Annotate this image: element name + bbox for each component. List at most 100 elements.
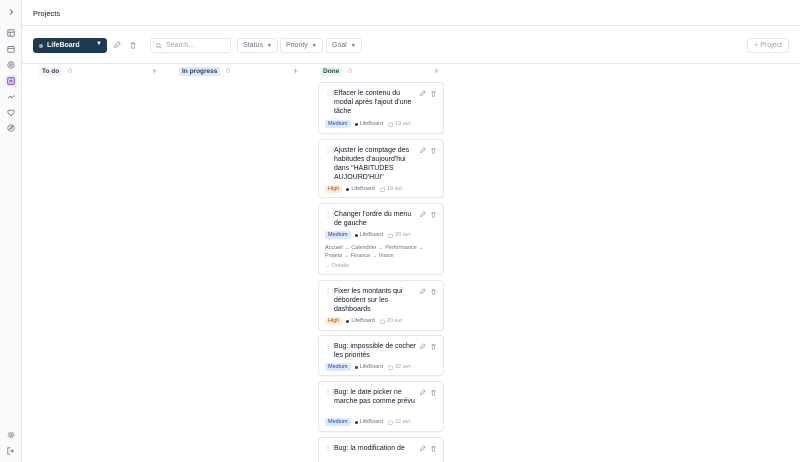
- search-icon: [156, 42, 162, 49]
- task-project: LifeBoard: [359, 419, 384, 425]
- task-date: 22 avr.: [388, 364, 412, 370]
- edit-icon[interactable]: [419, 288, 427, 296]
- new-project-button[interactable]: + Project: [747, 38, 789, 53]
- task-card[interactable]: ⋮⋮ Effacer le contenu du modal après l'a…: [318, 82, 444, 134]
- task-project: LifeBoard: [351, 186, 375, 192]
- task-date-label: 20 avr.: [395, 232, 412, 238]
- logout-icon[interactable]: [5, 445, 17, 457]
- edit-icon[interactable]: [419, 389, 427, 397]
- chevron-down-icon: ▼: [96, 41, 102, 47]
- column-count: 0: [68, 68, 72, 75]
- task-title: Bug: impossible de cocher les priorités: [334, 343, 417, 359]
- edit-icon[interactable]: [419, 211, 427, 219]
- task-meta: Medium LifeBoard 19 avr.: [325, 120, 412, 128]
- task-date-label: 19 avr.: [395, 121, 412, 127]
- task-date: 22 avr.: [388, 419, 412, 425]
- task-date: 20 avr.: [380, 318, 404, 324]
- task-card[interactable]: ⋮⋮ Ajuster le comptage des habitudes d'a…: [318, 139, 444, 198]
- heart-icon[interactable]: [5, 107, 17, 119]
- task-card[interactable]: ⋮⋮ Bug: impossible de cocher les priorit…: [318, 335, 444, 376]
- project-dot-icon: [354, 122, 358, 126]
- priority-badge: Medium: [325, 363, 351, 371]
- trash-icon[interactable]: [430, 288, 438, 296]
- task-title: Ajuster le comptage des habitudes d'aujo…: [334, 147, 410, 181]
- task-card[interactable]: ⋮⋮ Fixer les montants qui débordent sur …: [318, 280, 444, 331]
- task-title: Bug: la modification de: [334, 445, 405, 452]
- task-date: 19 avr.: [380, 186, 403, 192]
- task-card[interactable]: ⋮⋮ Bug: le date picker ne marche pas com…: [318, 381, 444, 432]
- task-date-label: 20 avr.: [386, 318, 404, 324]
- task-card[interactable]: ⋮⋮ Changer l'ordre du menu de gauche Med…: [318, 203, 444, 275]
- task-meta: High LifeBoard 20 avr.: [325, 317, 403, 325]
- edit-icon[interactable]: [419, 147, 427, 155]
- priority-badge: Medium: [325, 231, 351, 239]
- trash-icon[interactable]: [430, 389, 438, 397]
- add-task-done-button[interactable]: +: [434, 66, 439, 76]
- task-meta: High LifeBoard 19 avr.: [325, 185, 403, 193]
- dashboard-icon[interactable]: [5, 27, 17, 39]
- chevron-down-icon: ▼: [311, 42, 317, 49]
- status-filter[interactable]: Status ▼: [237, 38, 278, 53]
- target-icon[interactable]: [5, 59, 17, 71]
- project-dot-icon: [346, 187, 350, 191]
- projects-icon[interactable]: [5, 75, 17, 87]
- project-dot-icon: [354, 420, 358, 424]
- task-title: Effacer le contenu du modal après l'ajou…: [334, 90, 412, 115]
- task-date: 20 avr.: [388, 232, 412, 238]
- calendar-icon: [388, 420, 393, 425]
- task-project: LifeBoard: [359, 364, 384, 370]
- calendar-icon[interactable]: [5, 43, 17, 55]
- edit-icon[interactable]: [419, 90, 427, 98]
- delete-project-icon[interactable]: [128, 40, 138, 50]
- goal-filter[interactable]: Goal ▼: [326, 38, 362, 53]
- column-header-done: Done 0: [320, 67, 352, 76]
- column-count: 0: [226, 68, 231, 75]
- sidebar: [0, 0, 22, 462]
- project-select-label: LifeBoard: [47, 42, 80, 49]
- trending-icon[interactable]: [5, 91, 17, 103]
- edit-icon[interactable]: [419, 445, 427, 453]
- project-dot-icon: [39, 43, 43, 48]
- trash-icon[interactable]: [430, 90, 438, 98]
- task-meta: Medium LifeBoard 20 avr.: [325, 231, 412, 239]
- priority-badge: High: [325, 317, 343, 325]
- priority-badge: Medium: [325, 120, 351, 128]
- project-select[interactable]: LifeBoard ▼: [33, 38, 107, 53]
- add-task-todo-button[interactable]: +: [152, 66, 157, 76]
- page-header: Projects: [22, 0, 800, 26]
- chevron-right-icon[interactable]: [5, 6, 17, 18]
- trash-icon[interactable]: [430, 211, 438, 219]
- calendar-icon: [388, 365, 393, 370]
- column-header-todo: To do 0: [39, 67, 72, 76]
- task-title: Bug: le date picker ne marche pas comme …: [334, 389, 415, 405]
- search-input[interactable]: [166, 42, 226, 49]
- column-label: In progress: [179, 67, 221, 76]
- settings-icon[interactable]: [5, 429, 17, 441]
- add-task-in-progress-button[interactable]: +: [293, 66, 298, 76]
- details-link[interactable]: → Details: [325, 263, 349, 269]
- edit-icon[interactable]: [419, 343, 427, 351]
- task-card[interactable]: ⋮⋮ Bug: la modification de: [318, 437, 444, 462]
- calendar-icon: [388, 122, 393, 127]
- task-title: Fixer les montants qui débordent sur les…: [334, 288, 403, 313]
- trash-icon[interactable]: [430, 343, 438, 351]
- task-date-label: 22 avr.: [395, 364, 412, 370]
- chevron-down-icon: ▼: [266, 42, 272, 49]
- compass-icon[interactable]: [5, 122, 17, 134]
- task-meta: Medium LifeBoard 22 avr.: [325, 418, 412, 426]
- task-description: Accueil → Calendrier → Performance → Pro…: [325, 245, 424, 259]
- column-label: To do: [39, 67, 63, 76]
- column-count: 0: [348, 68, 352, 75]
- column-header-in-progress: In progress 0: [179, 67, 230, 76]
- goal-filter-label: Goal: [332, 42, 347, 49]
- trash-icon[interactable]: [430, 147, 438, 155]
- calendar-icon: [380, 187, 385, 192]
- trash-icon[interactable]: [430, 445, 438, 453]
- edit-project-icon[interactable]: [112, 40, 122, 50]
- priority-filter-label: Priority: [286, 42, 308, 49]
- task-date: 19 avr.: [388, 121, 412, 127]
- task-title: Changer l'ordre du menu de gauche: [334, 211, 412, 227]
- search-field[interactable]: [150, 38, 231, 53]
- priority-filter[interactable]: Priority ▼: [280, 38, 323, 53]
- toolbar: LifeBoard ▼ Status▼ Priority▼ Goal▼ + Pr…: [22, 26, 800, 64]
